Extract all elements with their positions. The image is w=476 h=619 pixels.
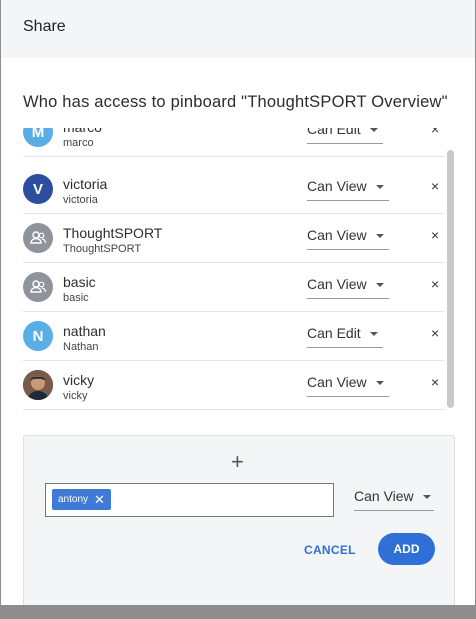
user-row-victoria: V victoria victoria Can View ×: [23, 165, 445, 214]
user-subname: victoria: [63, 194, 98, 206]
user-row-vicky: vicky vicky Can View ×: [23, 361, 445, 410]
user-subname: Nathan: [63, 341, 99, 353]
user-subname: ThoughtSPORT: [63, 243, 142, 255]
user-subname: vicky: [63, 390, 88, 402]
dialog-title: Share: [23, 18, 66, 35]
user-photo-avatar: [23, 370, 53, 400]
remove-user-button[interactable]: ×: [431, 374, 439, 390]
user-row-nathan: N nathan Nathan Can Edit ×: [23, 312, 445, 361]
add-users-panel: + antony ✕ Can View CANCEL ADD: [23, 435, 455, 605]
new-permission-dropdown[interactable]: Can View: [354, 488, 434, 511]
chip-label: antony: [58, 494, 89, 505]
permission-dropdown[interactable]: Can View: [307, 276, 389, 299]
permission-dropdown[interactable]: Can View: [307, 178, 389, 201]
caret-down-icon: [375, 381, 384, 385]
caret-down-icon: [375, 283, 384, 287]
avatar: V: [23, 174, 53, 204]
share-dialog: Share Who has access to pinboard "Though…: [1, 0, 475, 605]
dialog-header: Share: [1, 0, 475, 58]
add-more-button[interactable]: +: [231, 449, 244, 475]
user-search-input[interactable]: antony ✕: [45, 483, 334, 517]
remove-user-button[interactable]: ×: [431, 128, 439, 137]
user-name: marco: [63, 128, 102, 135]
caret-down-icon: [375, 185, 384, 189]
permission-dropdown[interactable]: Can Edit: [307, 128, 383, 144]
user-row-marco: M marco marco Can Edit ×: [23, 128, 445, 157]
remove-user-button[interactable]: ×: [431, 227, 439, 243]
remove-user-button[interactable]: ×: [431, 276, 439, 292]
remove-user-button[interactable]: ×: [431, 178, 439, 194]
access-heading: Who has access to pinboard "ThoughtSPORT…: [23, 93, 448, 111]
user-row-thoughtsport: ThoughtSPORT ThoughtSPORT Can View ×: [23, 214, 445, 263]
remove-user-button[interactable]: ×: [431, 325, 439, 341]
list-scrollbar[interactable]: [447, 150, 454, 408]
caret-down-icon: [369, 332, 378, 336]
user-access-list[interactable]: M marco marco Can Edit × V victoria vict…: [1, 128, 475, 410]
permission-dropdown[interactable]: Can View: [307, 374, 389, 397]
permission-dropdown[interactable]: Can Edit: [307, 325, 383, 348]
avatar: M: [23, 128, 53, 147]
user-name: vicky: [63, 372, 95, 388]
user-subname: basic: [63, 292, 89, 304]
user-subname: marco: [63, 137, 94, 149]
permission-dropdown[interactable]: Can View: [307, 227, 389, 250]
user-name: basic: [63, 274, 96, 290]
caret-down-icon: [369, 128, 378, 132]
user-row-basic: basic basic Can View ×: [23, 263, 445, 312]
user-name: victoria: [63, 176, 108, 192]
cancel-button[interactable]: CANCEL: [304, 543, 356, 557]
group-icon: [23, 223, 53, 253]
user-name: ThoughtSPORT: [63, 225, 163, 241]
group-icon: [23, 272, 53, 302]
chip-remove-icon[interactable]: ✕: [94, 492, 105, 508]
user-name: nathan: [63, 323, 106, 339]
selected-user-chip: antony ✕: [52, 489, 111, 510]
caret-down-icon: [375, 234, 384, 238]
avatar: N: [23, 321, 53, 351]
add-button[interactable]: ADD: [378, 533, 435, 565]
caret-down-icon: [422, 495, 431, 499]
